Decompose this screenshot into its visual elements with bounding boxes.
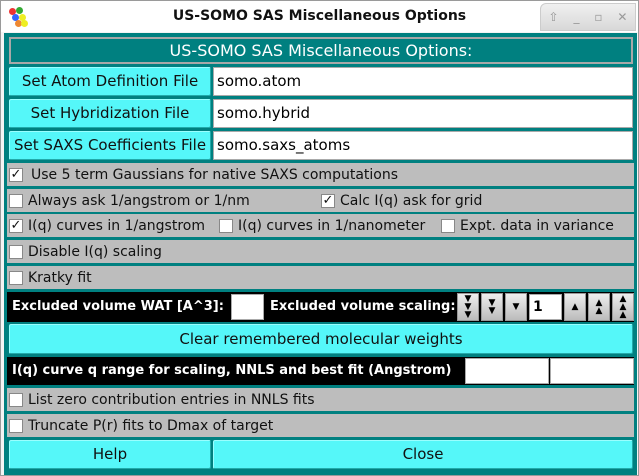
- decrement-large-button[interactable]: ▼ ▼ ▼: [457, 293, 479, 321]
- iq-angstrom-checkbox[interactable]: ✓ I(q) curves in 1/angstrom: [9, 218, 205, 234]
- set-saxs-file-button[interactable]: Set SAXS Coefficients File: [9, 131, 211, 160]
- gauss5-checkbox[interactable]: ✓ Use 5 term Gaussians for native SAXS co…: [9, 167, 398, 183]
- shade-icon[interactable]: ⇧: [548, 10, 558, 24]
- close-window-icon[interactable]: ✕: [617, 10, 627, 24]
- double-up-arrow-icon: ▲ ▲: [595, 298, 603, 316]
- option-row: List zero contribution entries in NNLS f…: [7, 388, 634, 411]
- q-min-input[interactable]: [465, 358, 549, 384]
- triple-up-arrow-icon: ▲ ▲ ▲: [619, 294, 627, 320]
- checkbox-box[interactable]: [9, 271, 23, 285]
- scaling-value-input[interactable]: 1: [529, 294, 562, 320]
- iq-nanometer-checkbox[interactable]: I(q) curves in 1/nanometer: [219, 218, 425, 234]
- scaling-label: Excluded volume scaling:: [270, 299, 456, 314]
- clear-molecular-weights-button[interactable]: Clear remembered molecular weights: [9, 324, 633, 354]
- checkbox-label: Use 5 term Gaussians for native SAXS com…: [31, 167, 399, 183]
- decrement-medium-button[interactable]: ▼ ▼: [481, 293, 503, 321]
- hybrid-file-field[interactable]: somo.hybrid: [213, 99, 633, 128]
- checkbox-label: Calc I(q) ask for grid: [340, 193, 483, 209]
- q-range-label: I(q) curve q range for scaling, NNLS and…: [12, 363, 452, 378]
- option-row: Always ask 1/angstrom or 1/nm ✓ Calc I(q)…: [7, 189, 634, 212]
- checkbox-label: List zero contribution entries in NNLS f…: [28, 392, 315, 408]
- help-button[interactable]: Help: [9, 440, 211, 469]
- option-row: Kratky fit: [7, 266, 634, 289]
- checkbox-box[interactable]: ✓: [9, 219, 23, 233]
- atom-file-field[interactable]: somo.atom: [213, 67, 633, 96]
- up-arrow-icon: ▲: [571, 302, 579, 312]
- dialog-window: US-SOMO SAS Miscellaneous Options ⇧ _ ▫ …: [0, 0, 639, 476]
- minimize-icon[interactable]: _: [573, 10, 579, 24]
- checkbox-box[interactable]: [219, 219, 233, 233]
- checkbox-box[interactable]: [9, 194, 23, 208]
- checkbox-box[interactable]: ✓: [9, 168, 23, 182]
- option-row: Truncate P(r) fits to Dmax of target: [7, 414, 634, 437]
- wat-label: Excluded volume WAT [A^3]:: [12, 299, 224, 314]
- expt-variance-checkbox[interactable]: Expt. data in variance: [441, 218, 614, 234]
- truncate-checkbox[interactable]: Truncate P(r) fits to Dmax of target: [9, 418, 273, 434]
- checkbox-box[interactable]: [9, 245, 23, 259]
- checkbox-label: Always ask 1/angstrom or 1/nm: [28, 193, 250, 209]
- checkbox-box[interactable]: [9, 393, 23, 407]
- excluded-volume-row: Excluded volume WAT [A^3]: Excluded volu…: [7, 292, 634, 322]
- title-bar: US-SOMO SAS Miscellaneous Options ⇧ _ ▫ …: [1, 1, 638, 32]
- increment-medium-button[interactable]: ▲ ▲: [588, 293, 610, 321]
- maximize-icon[interactable]: ▫: [594, 10, 602, 24]
- wat-volume-input[interactable]: [231, 294, 264, 320]
- checkbox-box[interactable]: [441, 219, 455, 233]
- down-arrow-icon: ▼: [512, 302, 520, 312]
- option-row: ✓ Use 5 term Gaussians for native SAXS co…: [7, 163, 634, 186]
- decrement-button[interactable]: ▼: [505, 293, 527, 321]
- checkbox-box[interactable]: ✓: [321, 194, 335, 208]
- set-hybrid-file-button[interactable]: Set Hybridization File: [9, 99, 211, 128]
- close-button[interactable]: Close: [213, 440, 633, 469]
- calc-grid-checkbox[interactable]: ✓ Calc I(q) ask for grid: [321, 193, 482, 209]
- set-atom-file-button[interactable]: Set Atom Definition File: [9, 67, 211, 96]
- always-ask-checkbox[interactable]: Always ask 1/angstrom or 1/nm: [9, 193, 250, 209]
- checkbox-label: I(q) curves in 1/nanometer: [238, 218, 426, 234]
- list-zero-checkbox[interactable]: List zero contribution entries in NNLS f…: [9, 392, 315, 408]
- double-down-arrow-icon: ▼ ▼: [488, 298, 496, 316]
- q-max-input[interactable]: [550, 358, 634, 384]
- checkbox-label: I(q) curves in 1/angstrom: [28, 218, 205, 234]
- checkbox-label: Truncate P(r) fits to Dmax of target: [28, 418, 274, 434]
- panel-heading: US-SOMO SAS Miscellaneous Options:: [9, 37, 633, 64]
- option-row: ✓ I(q) curves in 1/angstrom I(q) curves i…: [7, 214, 634, 237]
- disable-scaling-checkbox[interactable]: Disable I(q) scaling: [9, 244, 162, 260]
- checkbox-label: Kratky fit: [28, 270, 92, 286]
- q-range-row: I(q) curve q range for scaling, NNLS and…: [7, 357, 634, 385]
- saxs-file-field[interactable]: somo.saxs_atoms: [213, 131, 633, 160]
- option-row: Disable I(q) scaling: [7, 240, 634, 263]
- kratky-checkbox[interactable]: Kratky fit: [9, 270, 92, 286]
- increment-large-button[interactable]: ▲ ▲ ▲: [612, 293, 634, 321]
- triple-down-arrow-icon: ▼ ▼ ▼: [464, 294, 472, 320]
- increment-button[interactable]: ▲: [564, 293, 586, 321]
- checkbox-box[interactable]: [9, 419, 23, 433]
- checkbox-label: Disable I(q) scaling: [28, 244, 162, 260]
- checkbox-label: Expt. data in variance: [460, 218, 614, 234]
